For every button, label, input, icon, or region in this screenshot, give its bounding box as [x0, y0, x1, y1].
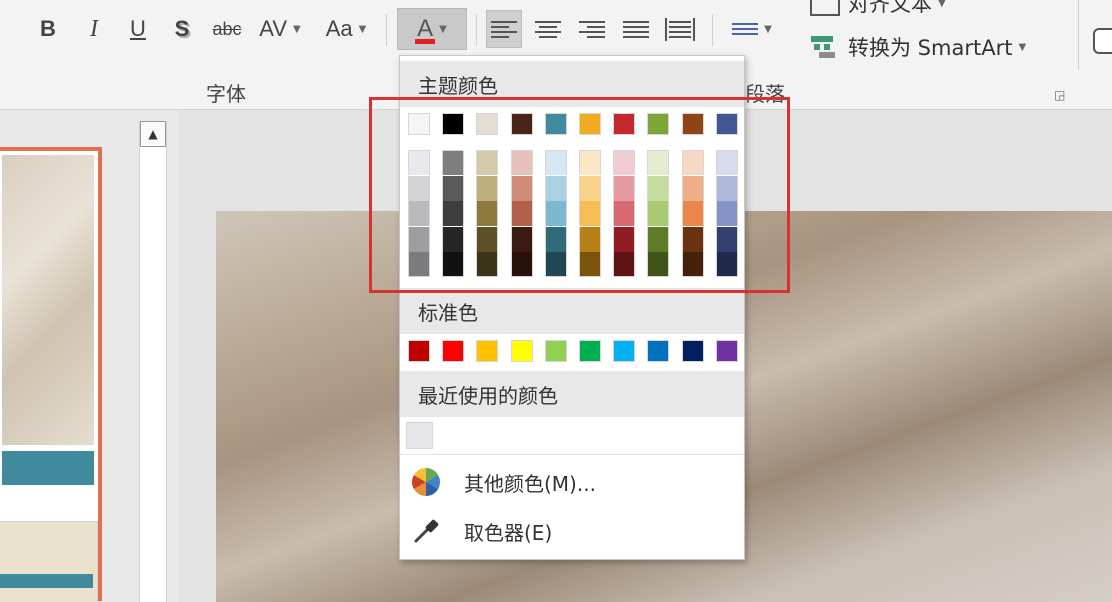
slide-thumbnail[interactable] — [0, 521, 98, 602]
standard-color-swatch[interactable] — [613, 340, 636, 362]
thumbnail-scrollbar[interactable]: ▲ — [139, 121, 167, 602]
ribbon-divider — [476, 14, 477, 46]
standard-color-swatch[interactable] — [681, 340, 704, 362]
chevron-down-icon: ▼ — [764, 23, 772, 35]
standard-color-swatch[interactable] — [544, 340, 567, 362]
standard-color-swatch[interactable] — [647, 340, 670, 362]
italic-button[interactable]: I — [80, 10, 108, 48]
standard-color-swatch[interactable] — [476, 340, 499, 362]
menu-divider — [400, 454, 744, 455]
distributed-icon — [665, 17, 695, 41]
distributed-button[interactable] — [662, 10, 698, 48]
color-wheel-icon — [408, 464, 444, 500]
standard-color-swatch[interactable] — [579, 340, 601, 362]
more-colors-item[interactable]: 其他颜色(M)... — [400, 459, 744, 505]
align-left-icon — [491, 18, 517, 41]
ribbon-divider — [712, 14, 713, 46]
chevron-down-icon: ▼ — [358, 23, 367, 35]
spacing-label: AV — [259, 16, 287, 41]
chevron-down-icon: ▼ — [293, 23, 301, 35]
shadow-button[interactable]: S — [168, 10, 196, 48]
align-right-button[interactable] — [574, 10, 610, 48]
align-left-button[interactable] — [486, 10, 522, 48]
slide-thumbnail-band — [2, 451, 94, 485]
ribbon-divider — [1078, 0, 1112, 70]
strikethrough-button[interactable]: abc — [208, 10, 246, 48]
recent-color-swatch[interactable] — [406, 422, 433, 449]
eyedropper-icon — [408, 513, 444, 549]
align-center-button[interactable] — [530, 10, 566, 48]
shape-icon[interactable] — [1093, 28, 1112, 54]
dialog-launcher-icon[interactable]: ◲ — [1054, 88, 1065, 102]
eyedropper-item[interactable]: 取色器(E) — [400, 508, 744, 554]
convert-smartart-button[interactable]: 转换为 SmartArt ▼ — [810, 32, 1026, 62]
align-right-icon — [579, 18, 605, 41]
standard-colors-header: 标准色 — [400, 288, 744, 334]
slide-thumbnail-pane: ▲ — [0, 111, 178, 602]
change-case-label: Aa — [325, 16, 353, 41]
font-color-button[interactable]: A ▼ — [397, 8, 467, 50]
slide-thumbnail-image — [2, 155, 94, 445]
smartart-icon — [811, 36, 835, 58]
underline-button[interactable]: U — [124, 10, 152, 48]
chevron-down-icon: ▼ — [1018, 41, 1027, 53]
slide-thumbnail-band — [0, 574, 93, 588]
standard-color-swatch[interactable] — [408, 340, 430, 362]
standard-color-swatch[interactable] — [715, 340, 738, 362]
justify-icon — [623, 18, 649, 41]
bold-button[interactable]: B — [34, 10, 62, 48]
convert-smartart-label: 转换为 SmartArt — [848, 36, 1013, 60]
chevron-down-icon: ▼ — [439, 23, 447, 35]
standard-color-swatch[interactable] — [510, 340, 533, 362]
align-center-icon — [535, 18, 561, 41]
justify-button[interactable] — [618, 10, 654, 48]
eyedropper-label: 取色器(E) — [464, 520, 553, 545]
font-group-label: 字体 — [206, 82, 246, 106]
align-text-label: 对齐文本 — [848, 0, 932, 16]
more-colors-label: 其他颜色(M)... — [464, 471, 596, 496]
theme-colors-highlight-box — [369, 97, 790, 293]
columns-button[interactable]: ▼ — [724, 10, 780, 48]
align-text-button[interactable]: 对齐文本 ▼ — [810, 0, 946, 18]
scroll-up-arrow-icon[interactable]: ▲ — [140, 121, 166, 147]
chevron-down-icon: ▼ — [938, 0, 946, 9]
character-spacing-button[interactable]: AV ▼ — [252, 10, 308, 48]
font-color-icon: A — [415, 15, 436, 44]
columns-icon — [732, 20, 759, 38]
ribbon-divider — [386, 14, 387, 46]
standard-color-swatch[interactable] — [442, 340, 465, 362]
align-text-icon — [810, 0, 840, 16]
recent-colors-header: 最近使用的颜色 — [400, 371, 744, 417]
change-case-button[interactable]: Aa ▼ — [318, 10, 374, 48]
